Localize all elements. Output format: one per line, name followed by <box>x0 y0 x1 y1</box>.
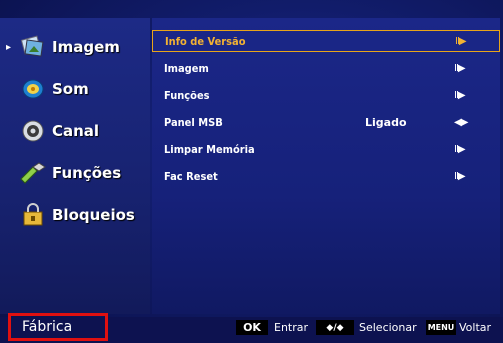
ok-hint: Entrar <box>274 321 309 334</box>
lock-icon <box>18 202 48 228</box>
mode-label: Fábrica <box>22 319 73 335</box>
left-right-icon: ◀▶ <box>454 116 468 128</box>
sidebar-item-label: Bloqueios <box>52 206 135 224</box>
submenu-icon: II▶ <box>455 35 467 47</box>
sidebar-item-label: Funções <box>52 164 122 182</box>
sidebar-item-imagem[interactable]: ▸ Imagem <box>6 30 146 64</box>
menu-row-label: Info de Versão <box>165 34 246 48</box>
menu-row-limpar-memoria[interactable]: Limpar Memória II▶ <box>152 138 500 160</box>
submenu-icon: II▶ <box>454 143 466 155</box>
nav-key: ◆/◆ <box>316 320 354 335</box>
panel-msb-value: Ligado <box>365 115 407 129</box>
sidebar-item-funcoes[interactable]: Funções <box>6 156 146 190</box>
menu-key: MENU <box>426 320 456 335</box>
main-menu-panel: Info de Versão II▶ Imagem II▶ Funções II… <box>152 18 500 314</box>
menu-row-label: Panel MSB <box>164 115 223 129</box>
submenu-icon: II▶ <box>454 89 466 101</box>
speaker-icon <box>18 76 48 102</box>
sidebar-item-som[interactable]: Som <box>6 72 146 106</box>
menu-row-imagem[interactable]: Imagem II▶ <box>152 57 500 79</box>
menu-row-label: Imagem <box>164 61 209 75</box>
sidebar-item-label: Som <box>52 80 89 98</box>
menu-row-fac-reset[interactable]: Fac Reset II▶ <box>152 165 500 187</box>
menu-row-info-de-versao[interactable]: Info de Versão II▶ <box>152 30 500 52</box>
ok-key: OK <box>236 320 268 335</box>
sidebar-item-canal[interactable]: Canal <box>6 114 146 148</box>
menu-row-label: Funções <box>164 88 210 102</box>
menu-row-label: Fac Reset <box>164 169 218 183</box>
sidebar-item-label: Imagem <box>52 38 120 56</box>
menu-row-funcoes[interactable]: Funções II▶ <box>152 84 500 106</box>
channel-icon <box>18 118 48 144</box>
sidebar: ▸ Imagem Som Canal Funções Bloqueios <box>0 18 150 314</box>
nav-hint: Selecionar <box>359 321 417 334</box>
image-icon <box>18 34 48 60</box>
functions-icon <box>18 160 48 186</box>
menu-row-label: Limpar Memória <box>164 142 255 156</box>
current-arrow: ▸ <box>6 41 12 53</box>
submenu-icon: II▶ <box>454 170 466 182</box>
menu-row-panel-msb[interactable]: Panel MSB Ligado ◀▶ <box>152 111 500 133</box>
menu-hint: Voltar <box>459 321 492 334</box>
submenu-icon: II▶ <box>454 62 466 74</box>
sidebar-item-label: Canal <box>52 122 100 140</box>
sidebar-item-bloqueios[interactable]: Bloqueios <box>6 198 146 232</box>
